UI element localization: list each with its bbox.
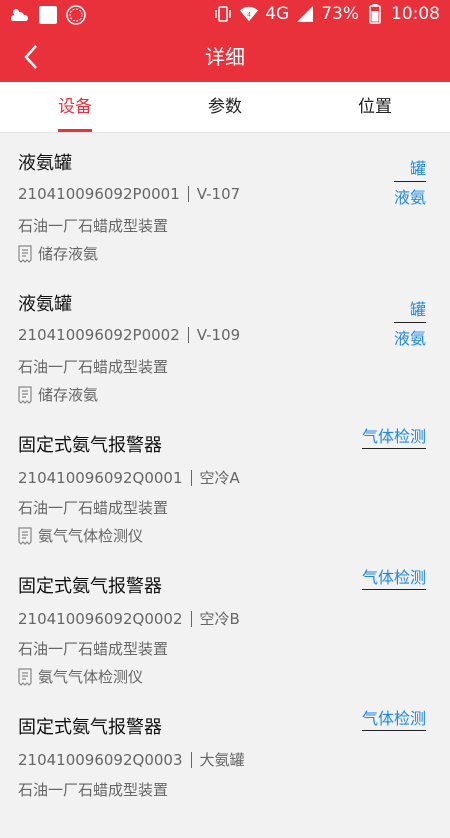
- item-code-row: 210410096092P0001 V-107: [18, 185, 240, 203]
- item-desc-row: 储存液氨: [18, 243, 98, 264]
- document-icon: [18, 526, 32, 545]
- tab-parameters[interactable]: 参数: [150, 82, 300, 132]
- battery-icon: [365, 4, 385, 24]
- item-category-line-2: 液氨: [393, 329, 426, 348]
- status-bar: 4 4G 73% 10:08: [0, 0, 450, 32]
- list-item[interactable]: 固定式氨气报警器 210410096092Q0001 空冷A 石油一厂石蜡成型装…: [0, 415, 450, 556]
- item-name: 固定式氨气报警器: [18, 435, 162, 456]
- divider: [190, 469, 192, 486]
- battery-percent: 73%: [321, 4, 359, 24]
- document-icon: [18, 667, 32, 686]
- item-code-row: 210410096092Q0003 大氨罐: [18, 749, 245, 770]
- app-bar: 详细: [0, 32, 450, 82]
- item-org: 石油一厂石蜡成型装置: [18, 358, 169, 376]
- app-icon: [66, 5, 86, 25]
- item-code-row: 210410096092Q0001 空冷A: [18, 467, 240, 488]
- item-org: 石油一厂石蜡成型装置: [18, 217, 169, 235]
- item-name: 固定式氨气报警器: [18, 576, 162, 597]
- list-item[interactable]: 固定式氨气报警器 210410096092Q0003 大氨罐 石油一厂石蜡成型装…: [0, 697, 450, 838]
- item-desc: 储存液氨: [38, 386, 99, 404]
- item-org: 石油一厂石蜡成型装置: [18, 781, 169, 799]
- item-name: 液氨罐: [18, 294, 72, 315]
- item-category-link[interactable]: 气体检测: [361, 705, 426, 731]
- item-desc: 储存液氨: [38, 245, 99, 263]
- item-desc-row: 储存液氨: [18, 384, 98, 405]
- item-category-line-1: 罐: [393, 296, 426, 323]
- item-org: 石油一厂石蜡成型装置: [18, 640, 169, 658]
- item-org: 石油一厂石蜡成型装置: [18, 499, 169, 517]
- notification-icon: [38, 5, 58, 25]
- svg-text:4: 4: [247, 12, 251, 19]
- clock: 10:08: [391, 4, 440, 24]
- item-tag-number: V-107: [196, 185, 241, 203]
- item-tag-number: 空冷A: [199, 469, 240, 487]
- item-tag-number: 大氨罐: [199, 751, 245, 769]
- document-icon: [18, 244, 32, 263]
- item-code-row: 210410096092P0002 V-109: [18, 326, 240, 344]
- item-code: 210410096092P0001: [18, 185, 180, 203]
- page-title: 详细: [205, 45, 245, 69]
- list-item[interactable]: 液氨罐 210410096092P0002 V-109 石油一厂石蜡成型装置 储…: [0, 274, 450, 415]
- item-code: 210410096092Q0001: [18, 468, 183, 487]
- item-desc: 氨气气体检测仪: [38, 668, 144, 686]
- wifi-icon: 4: [239, 4, 259, 24]
- tab-location[interactable]: 位置: [300, 82, 450, 132]
- vibrate-icon: [213, 4, 233, 24]
- network-type: 4G: [265, 4, 290, 24]
- divider: [190, 751, 192, 768]
- item-name: 固定式氨气报警器: [18, 717, 162, 738]
- weather-icon: [10, 5, 30, 25]
- signal-icon: [295, 4, 315, 24]
- item-tag-number: 空冷B: [199, 610, 240, 628]
- list-item[interactable]: 液氨罐 210410096092P0001 V-107 石油一厂石蜡成型装置 储…: [0, 133, 450, 274]
- item-name: 液氨罐: [18, 153, 72, 174]
- item-desc-row: 氨气气体检测仪: [18, 666, 143, 687]
- equipment-list: 液氨罐 210410096092P0001 V-107 石油一厂石蜡成型装置 储…: [0, 133, 450, 838]
- tab-bar: 设备 参数 位置: [0, 82, 450, 133]
- divider: [190, 610, 192, 627]
- item-code-row: 210410096092Q0002 空冷B: [18, 608, 240, 629]
- item-code: 210410096092Q0002: [18, 609, 183, 628]
- document-icon: [18, 385, 32, 404]
- item-category-link[interactable]: 罐 液氨: [393, 296, 426, 349]
- item-category-link[interactable]: 气体检测: [361, 423, 426, 449]
- tab-equipment[interactable]: 设备: [0, 82, 150, 132]
- item-desc-row: 氨气气体检测仪: [18, 525, 143, 546]
- item-tag-number: V-109: [196, 326, 241, 344]
- item-code: 210410096092P0002: [18, 326, 180, 344]
- item-category-line-2: 液氨: [393, 188, 426, 207]
- divider: [187, 186, 189, 202]
- list-item[interactable]: 固定式氨气报警器 210410096092Q0002 空冷B 石油一厂石蜡成型装…: [0, 556, 450, 697]
- item-code: 210410096092Q0003: [18, 750, 183, 769]
- item-category-link[interactable]: 气体检测: [361, 564, 426, 590]
- divider: [187, 327, 189, 343]
- item-category-line-1: 罐: [393, 155, 426, 182]
- item-desc: 氨气气体检测仪: [38, 527, 144, 545]
- item-category-link[interactable]: 罐 液氨: [393, 155, 426, 208]
